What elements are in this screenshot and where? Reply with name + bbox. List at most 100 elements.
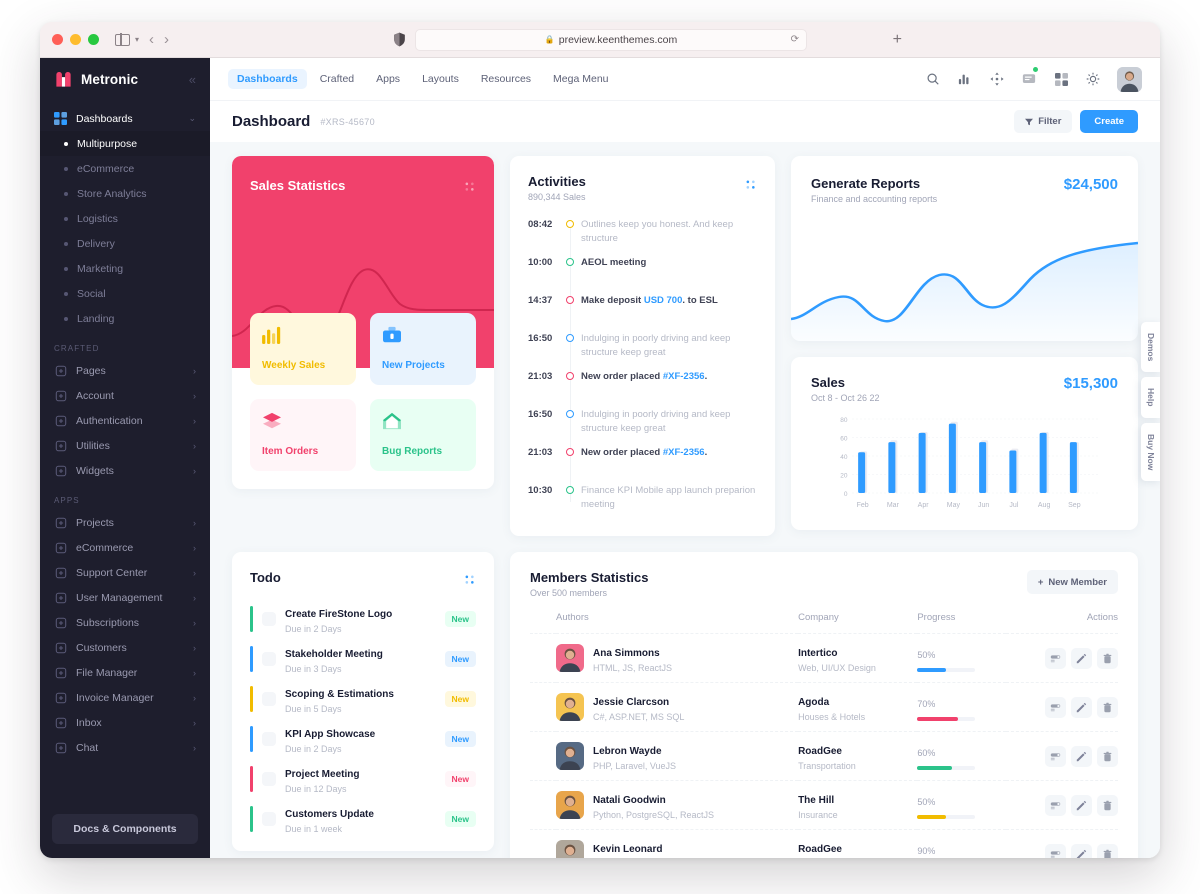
address-bar[interactable]: 🔒 preview.keenthemes.com ⟳ [415, 28, 807, 51]
chat-icon[interactable] [1021, 67, 1038, 87]
activity-item[interactable]: 21:03 New order placed #XF-2356. [528, 370, 757, 398]
todo-checkbox[interactable] [262, 812, 276, 826]
theme-sun-icon[interactable] [1085, 71, 1101, 87]
stat-tile-new-projects[interactable]: New Projects [370, 313, 476, 385]
table-row[interactable]: Kevin LeonardHTML, JS, ReactJSRoadGeeArt… [530, 829, 1118, 858]
sidebar-subitem-logistics[interactable]: Logistics [40, 206, 210, 231]
edit-pencil-icon[interactable] [1071, 794, 1092, 816]
sidebar-subitem-ecommerce[interactable]: eCommerce [40, 156, 210, 181]
tab-mega-menu[interactable]: Mega Menu [544, 69, 617, 89]
tab-dashboards[interactable]: Dashboards [228, 69, 307, 89]
dots-menu-icon[interactable] [465, 180, 476, 198]
reload-icon[interactable]: ⟳ [791, 34, 799, 45]
edit-pencil-icon[interactable] [1071, 696, 1092, 718]
maximize-window-button[interactable] [88, 34, 99, 45]
activity-item[interactable]: 14:37 Make deposit USD 700. to ESL [528, 294, 757, 322]
docs-and-components-button[interactable]: Docs & Components [52, 814, 198, 844]
todo-checkbox[interactable] [262, 652, 276, 666]
close-window-button[interactable] [52, 34, 63, 45]
activity-item[interactable]: 16:50 Indulging in poorly driving and kee… [528, 408, 757, 436]
back-arrow-icon[interactable]: ‹ [149, 32, 154, 47]
tab-resources[interactable]: Resources [472, 69, 540, 89]
window-traffic-lights[interactable] [52, 34, 99, 45]
sidebar-subitem-delivery[interactable]: Delivery [40, 231, 210, 256]
chevron-down-icon[interactable]: ▾ [135, 35, 139, 44]
todo-item[interactable]: Scoping & Estimations Due in 5 Days New [250, 679, 476, 719]
activity-item[interactable]: 10:30 Finance KPI Mobile app launch prepa… [528, 484, 757, 512]
sidebar-item-utilities[interactable]: Utilities › [40, 433, 210, 458]
switch-icon[interactable] [1045, 647, 1066, 669]
table-row[interactable]: Natali Goodwin Python, PostgreSQL, ReactJ… [530, 780, 1118, 830]
tab-layouts[interactable]: Layouts [413, 69, 468, 89]
side-tab-demos[interactable]: Demos [1141, 322, 1160, 373]
switch-icon[interactable] [1045, 843, 1066, 858]
todo-item[interactable]: Customers Update Due in 1 week New [250, 799, 476, 839]
tab-crafted[interactable]: Crafted [311, 69, 363, 89]
compass-icon[interactable] [989, 71, 1005, 87]
todo-checkbox[interactable] [262, 612, 276, 626]
edit-pencil-icon[interactable] [1071, 843, 1092, 858]
tab-apps[interactable]: Apps [367, 69, 409, 89]
sidebar-item-chat[interactable]: Chat › [40, 735, 210, 760]
search-icon[interactable] [925, 71, 941, 87]
side-tab-help[interactable]: Help [1141, 377, 1160, 418]
delete-trash-icon[interactable] [1097, 843, 1118, 858]
switch-icon[interactable] [1045, 794, 1066, 816]
stat-tile-item-orders[interactable]: Item Orders [250, 399, 356, 471]
stat-tile-weekly-sales[interactable]: Weekly Sales [250, 313, 356, 385]
sidebar-subitem-store-analytics[interactable]: Store Analytics [40, 181, 210, 206]
switch-icon[interactable] [1045, 696, 1066, 718]
dots-menu-icon[interactable] [465, 573, 476, 591]
sidebar-toggle-icon[interactable] [115, 33, 130, 46]
sidebar-item-projects[interactable]: Projects › [40, 510, 210, 535]
dots-menu-icon[interactable] [746, 178, 757, 196]
table-row[interactable]: Ana Simmons HTML, JS, ReactJS Intertico Web… [530, 633, 1118, 683]
sidebar-item-authentication[interactable]: Authentication › [40, 408, 210, 433]
sidebar-item-user-management[interactable]: User Management › [40, 585, 210, 610]
todo-item[interactable]: KPI App Showcase Due in 2 Days New [250, 719, 476, 759]
analytics-icon[interactable] [957, 71, 973, 87]
minimize-window-button[interactable] [70, 34, 81, 45]
todo-item[interactable]: Project Meeting Due in 12 Days New [250, 759, 476, 799]
apps-grid-icon[interactable] [1053, 71, 1069, 87]
todo-checkbox[interactable] [262, 772, 276, 786]
sidebar-item-inbox[interactable]: Inbox › [40, 710, 210, 735]
delete-trash-icon[interactable] [1097, 745, 1118, 767]
shield-icon[interactable] [393, 32, 406, 47]
edit-pencil-icon[interactable] [1071, 647, 1092, 669]
sidebar-item-subscriptions[interactable]: Subscriptions › [40, 610, 210, 635]
sidebar-item-widgets[interactable]: Widgets › [40, 458, 210, 483]
filter-button[interactable]: Filter [1014, 110, 1073, 133]
todo-checkbox[interactable] [262, 692, 276, 706]
user-avatar[interactable] [1117, 66, 1142, 92]
activity-item[interactable]: 08:42 Outlines keep you honest. And keep … [528, 218, 757, 246]
todo-item[interactable]: Stakeholder Meeting Due in 3 Days New [250, 639, 476, 679]
delete-trash-icon[interactable] [1097, 647, 1118, 669]
delete-trash-icon[interactable] [1097, 794, 1118, 816]
activity-item[interactable]: 10:00 AEOL meeting [528, 256, 757, 284]
new-member-button[interactable]: + New Member [1026, 570, 1118, 594]
todo-checkbox[interactable] [262, 732, 276, 746]
double-chevron-left-icon[interactable]: « [189, 72, 196, 87]
table-row[interactable]: Lebron Wayde PHP, Laravel, VueJS RoadGee Tr… [530, 731, 1118, 781]
sidebar-subitem-multipurpose[interactable]: Multipurpose [40, 131, 210, 156]
sidebar-item-customers[interactable]: Customers › [40, 635, 210, 660]
sidebar-item-dashboards[interactable]: Dashboards ⌄ [40, 106, 210, 131]
sidebar-subitem-marketing[interactable]: Marketing [40, 256, 210, 281]
sidebar-item-invoice-manager[interactable]: Invoice Manager › [40, 685, 210, 710]
delete-trash-icon[interactable] [1097, 696, 1118, 718]
sidebar-item-ecommerce[interactable]: eCommerce › [40, 535, 210, 560]
sidebar-item-account[interactable]: Account › [40, 383, 210, 408]
activity-item[interactable]: 16:50 Indulging in poorly driving and kee… [528, 332, 757, 360]
edit-pencil-icon[interactable] [1071, 745, 1092, 767]
sidebar-item-pages[interactable]: Pages › [40, 358, 210, 383]
todo-item[interactable]: Create FireStone Logo Due in 2 Days New [250, 599, 476, 639]
forward-arrow-icon[interactable]: › [164, 32, 169, 47]
switch-icon[interactable] [1045, 745, 1066, 767]
sidebar-subitem-landing[interactable]: Landing [40, 306, 210, 331]
side-tab-buy-now[interactable]: Buy Now [1141, 422, 1160, 482]
sidebar-item-file-manager[interactable]: File Manager › [40, 660, 210, 685]
table-row[interactable]: Jessie Clarcson C#, ASP.NET, MS SQL Agoda H… [530, 682, 1118, 732]
sidebar-subitem-social[interactable]: Social [40, 281, 210, 306]
new-tab-button[interactable]: + [893, 31, 902, 49]
